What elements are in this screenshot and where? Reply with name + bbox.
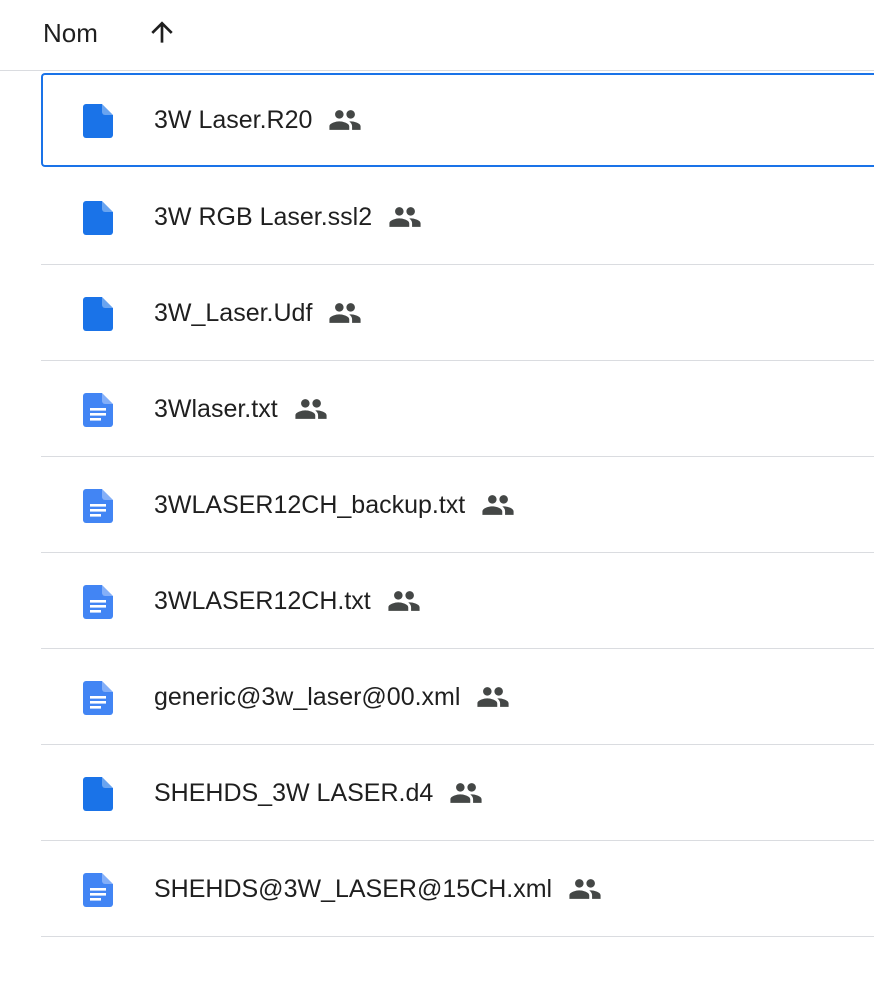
file-row[interactable]: 3W_Laser.Udf — [41, 265, 874, 361]
file-row[interactable]: SHEHDS_3W LASER.d4 — [41, 745, 874, 841]
file-row[interactable]: generic@3w_laser@00.xml — [41, 649, 874, 745]
file-name: 3Wlaser.txt — [154, 395, 278, 423]
file-name-wrap: 3Wlaser.txt — [154, 389, 328, 429]
file-name: 3W RGB Laser.ssl2 — [154, 203, 373, 231]
file-name: 3W Laser.R20 — [154, 106, 313, 134]
file-row[interactable]: 3W RGB Laser.ssl2 — [41, 169, 874, 265]
file-name: SHEHDS@3W_LASER@15CH.xml — [154, 875, 553, 903]
file-name-wrap: 3W RGB Laser.ssl2 — [154, 197, 422, 237]
file-name-wrap: SHEHDS@3W_LASER@15CH.xml — [154, 869, 602, 909]
shared-people-icon — [388, 591, 420, 611]
file-name-wrap: 3WLASER12CH.txt — [154, 581, 421, 621]
file-row[interactable]: 3Wlaser.txt — [41, 361, 874, 457]
text-document-icon — [83, 585, 113, 619]
file-name-wrap: 3W Laser.R20 — [154, 100, 362, 140]
file-name-wrap: 3WLASER12CH_backup.txt — [154, 485, 515, 525]
file-name: 3WLASER12CH_backup.txt — [154, 491, 466, 519]
text-document-icon — [83, 489, 113, 523]
file-name: generic@3w_laser@00.xml — [154, 683, 461, 711]
file-icon — [83, 777, 113, 811]
file-name: 3W_Laser.Udf — [154, 299, 313, 327]
file-row[interactable]: 3W Laser.R20 — [41, 73, 874, 167]
list-header: Nom — [0, 0, 874, 71]
shared-people-icon — [329, 110, 362, 130]
shared-people-icon — [477, 687, 510, 707]
name-column-header[interactable]: Nom — [43, 16, 98, 50]
shared-people-icon — [389, 207, 421, 227]
file-icon — [83, 297, 113, 331]
text-document-icon — [83, 873, 113, 907]
shared-people-icon — [295, 399, 327, 419]
text-document-icon — [83, 681, 113, 715]
file-icon — [83, 201, 113, 235]
file-name: 3WLASER12CH.txt — [154, 587, 371, 615]
text-document-icon — [83, 393, 113, 427]
file-row[interactable]: 3WLASER12CH_backup.txt — [41, 457, 874, 553]
file-rows: 3W Laser.R20 3W RGB Laser.ssl2 3W_Laser.… — [41, 72, 874, 937]
file-name: SHEHDS_3W LASER.d4 — [154, 779, 434, 807]
file-name-wrap: generic@3w_laser@00.xml — [154, 677, 510, 717]
shared-people-icon — [569, 879, 601, 899]
file-row[interactable]: SHEHDS@3W_LASER@15CH.xml — [41, 841, 874, 937]
shared-people-icon — [329, 303, 362, 323]
file-name-wrap: 3W_Laser.Udf — [154, 293, 362, 333]
file-icon — [83, 104, 113, 138]
file-row[interactable]: 3WLASER12CH.txt — [41, 553, 874, 649]
file-name-wrap: SHEHDS_3W LASER.d4 — [154, 773, 483, 813]
shared-people-icon — [450, 783, 482, 803]
shared-people-icon — [482, 495, 514, 515]
arrow-up-icon[interactable] — [146, 16, 178, 48]
